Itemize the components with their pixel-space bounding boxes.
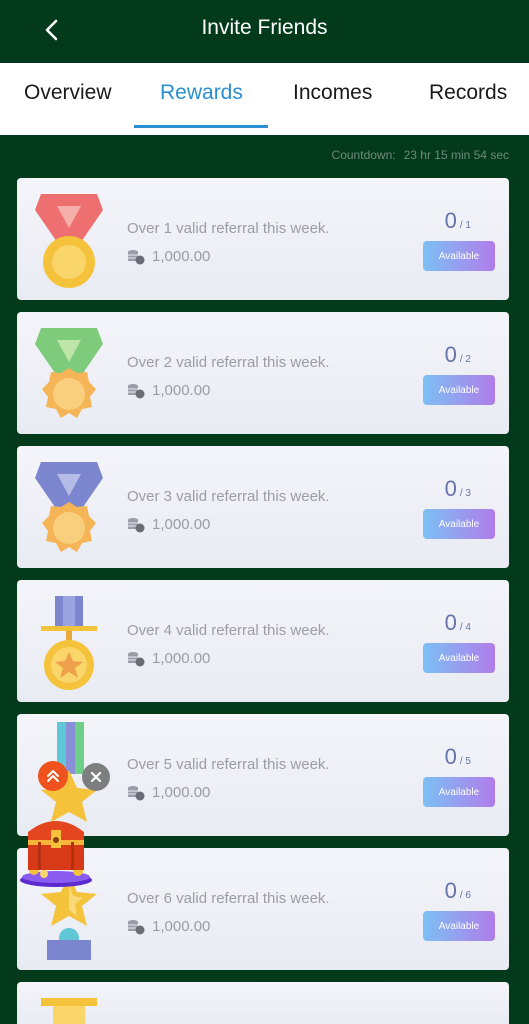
reward-amount: 1,000.00: [152, 650, 211, 667]
referral-progress: 0/ 4: [445, 610, 471, 636]
progress-target: / 2: [459, 354, 471, 365]
close-widget-button[interactable]: [82, 763, 110, 791]
progress-target: / 3: [459, 488, 471, 499]
countdown-value: 23 hr 15 min 54 sec: [403, 148, 509, 162]
coins-icon: [128, 651, 145, 666]
progress-target: / 1: [459, 220, 471, 231]
trophy-icon: [41, 998, 97, 1024]
referral-progress: 0/ 5: [445, 744, 471, 770]
coins-icon: [128, 919, 145, 934]
progress-current: 0: [444, 610, 457, 635]
tab-overview[interactable]: Overview: [24, 81, 112, 105]
reward-description: Over 5 valid referral this week.: [127, 756, 330, 773]
available-button[interactable]: Available: [423, 777, 495, 807]
reward-amount: 1,000.00: [152, 248, 211, 265]
reward-amount-row: 1,000.00: [127, 784, 210, 801]
reward-amount-row: 1,000.00: [127, 248, 210, 265]
reward-description: Over 3 valid referral this week.: [127, 488, 330, 505]
reward-card: Over 3 valid referral this week. 1,000.0…: [17, 446, 509, 568]
red-ribbon-medal-icon: [35, 194, 103, 288]
coins-icon: [128, 249, 145, 264]
reward-amount: 1,000.00: [152, 918, 211, 935]
active-tab-indicator: [134, 125, 268, 128]
progress-current: 0: [444, 878, 457, 903]
tab-bar: Overview Rewards Incomes Records: [0, 63, 529, 135]
tab-rewards[interactable]: Rewards: [160, 81, 243, 105]
progress-current: 0: [444, 208, 457, 233]
reward-description: Over 6 valid referral this week.: [127, 890, 330, 907]
reward-card: Over 1 valid referral this week. 1,000.0…: [17, 178, 509, 300]
progress-target: / 5: [459, 756, 471, 767]
countdown-timer: Countdown: 23 hr 15 min 54 sec: [332, 148, 509, 162]
referral-progress: 0/ 3: [445, 476, 471, 502]
progress-target: / 6: [459, 890, 471, 901]
progress-target: / 4: [459, 622, 471, 633]
available-button[interactable]: Available: [423, 375, 495, 405]
reward-description: Over 1 valid referral this week.: [127, 220, 330, 237]
reward-amount: 1,000.00: [152, 784, 211, 801]
reward-amount-row: 1,000.00: [127, 382, 210, 399]
reward-amount-row: 1,000.00: [127, 918, 210, 935]
available-button[interactable]: Available: [423, 509, 495, 539]
app-header: Invite Friends: [0, 0, 529, 63]
reward-card: Over 2 valid referral this week. 1,000.0…: [17, 312, 509, 434]
reward-description: Over 2 valid referral this week.: [127, 354, 330, 371]
reward-amount: 1,000.00: [152, 382, 211, 399]
reward-amount-row: 1,000.00: [127, 516, 210, 533]
page-title: Invite Friends: [201, 16, 328, 39]
reward-card: Over 4 valid referral this week. 1,000.0…: [17, 580, 509, 702]
coins-icon: [128, 517, 145, 532]
referral-progress: 0/ 6: [445, 878, 471, 904]
available-button[interactable]: Available: [423, 643, 495, 673]
tab-records[interactable]: Records: [429, 81, 507, 105]
reward-card: [17, 982, 509, 1024]
countdown-label: Countdown:: [331, 148, 396, 162]
green-ribbon-medal-icon: [35, 328, 103, 418]
tab-incomes[interactable]: Incomes: [293, 81, 372, 105]
expand-up-button[interactable]: [38, 761, 68, 791]
reward-amount-row: 1,000.00: [127, 650, 210, 667]
close-icon: [90, 771, 102, 783]
progress-current: 0: [444, 476, 457, 501]
progress-current: 0: [444, 744, 457, 769]
coins-icon: [128, 785, 145, 800]
reward-amount: 1,000.00: [152, 516, 211, 533]
double-chevron-up-icon: [47, 770, 59, 782]
blue-ribbon-medal-icon: [35, 462, 103, 552]
available-button[interactable]: Available: [423, 241, 495, 271]
treasure-chest-icon[interactable]: [18, 808, 94, 890]
referral-progress: 0/ 1: [445, 208, 471, 234]
star-medal-icon: [41, 596, 97, 690]
referral-progress: 0/ 2: [445, 342, 471, 368]
available-button[interactable]: Available: [423, 911, 495, 941]
reward-description: Over 4 valid referral this week.: [127, 622, 330, 639]
progress-current: 0: [444, 342, 457, 367]
coins-icon: [128, 383, 145, 398]
